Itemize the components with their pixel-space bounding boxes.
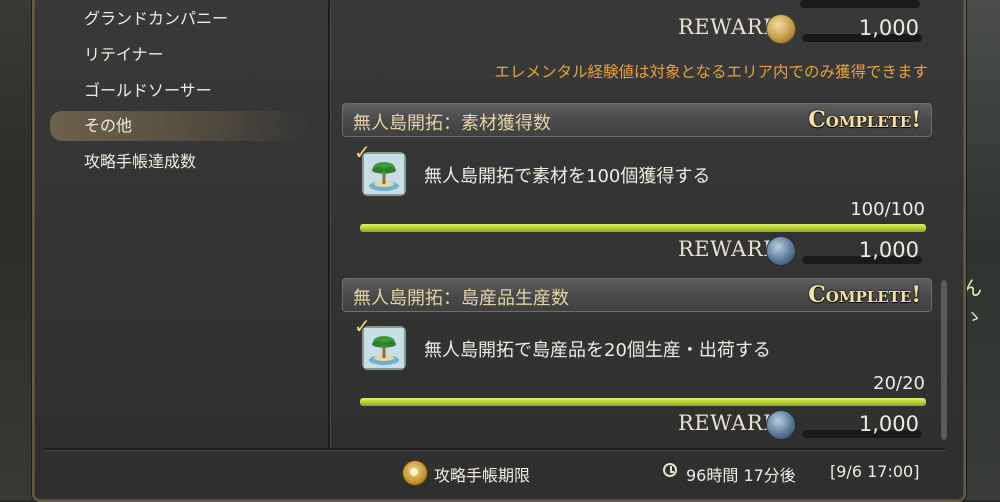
reward-value: 1,000 xyxy=(858,238,919,262)
progress-text: 20/20 xyxy=(873,373,925,394)
sidebar-item-completion-count[interactable]: 攻略手帳達成数 xyxy=(50,147,310,177)
progress-text: 100/100 xyxy=(850,199,925,220)
progress-bar xyxy=(360,224,926,232)
progress-bar-partial xyxy=(800,0,920,8)
progress-bar-fill xyxy=(360,224,926,232)
sidebar-item-other[interactable]: その他 xyxy=(50,111,310,141)
challenge-header[interactable]: 無人島開拓：素材獲得数 Complete! xyxy=(342,103,932,137)
footer-divider xyxy=(45,448,945,450)
reward-row: Reward 1,000 xyxy=(340,232,935,268)
island-icon xyxy=(362,326,406,370)
sidebar-divider xyxy=(328,0,330,448)
sidebar-item-label: リテイナー xyxy=(84,45,164,64)
seafarer-cowrie-icon xyxy=(766,410,796,440)
challenge-log-icon xyxy=(402,460,428,486)
background-chat-text: ゝ xyxy=(966,307,983,326)
sidebar-item-label: 攻略手帳達成数 xyxy=(84,152,197,171)
sidebar-item-grand-company[interactable]: グランドカンパニー xyxy=(50,4,310,34)
scrollbar[interactable] xyxy=(941,280,947,440)
footer: 攻略手帳期限 96時間 17分後 [9/6 17:00] xyxy=(0,452,1000,496)
challenge-header[interactable]: 無人島開拓：島産品生産数 Complete! xyxy=(342,278,932,312)
reward-value: 1,000 xyxy=(858,412,919,436)
island-icon xyxy=(362,152,406,196)
progress-bar xyxy=(360,398,926,406)
challenge-title: 無人島開拓：素材獲得数 xyxy=(353,113,551,134)
game-world-right xyxy=(960,0,1000,500)
elemental-exp-notice: エレメンタル経験値は対象となるエリア内でのみ獲得できます xyxy=(494,63,928,81)
challenge-description: 無人島開拓で素材を100個獲得する xyxy=(424,166,711,187)
challenge-description: 無人島開拓で島産品を20個生産・出荷する xyxy=(424,340,771,361)
progress-bar-fill xyxy=(360,398,926,406)
deadline-date: [9/6 17:00] xyxy=(830,462,920,481)
challenge-list: Reward 1,000 エレメンタル経験値は対象となるエリア内でのみ獲得できま… xyxy=(340,0,935,448)
sidebar-item-retainer[interactable]: リテイナー xyxy=(50,40,310,70)
complete-badge: Complete! xyxy=(808,107,921,133)
reward-value: 1,000 xyxy=(858,16,919,40)
clock-icon xyxy=(663,463,677,477)
sidebar-item-label: グランドカンパニー xyxy=(84,9,229,28)
sidebar-item-gold-saucer[interactable]: ゴールドソーサー xyxy=(50,76,310,106)
complete-badge: Complete! xyxy=(808,282,921,308)
category-sidebar: グランドカンパニー リテイナー ゴールドソーサー その他 攻略手帳達成数 xyxy=(50,0,328,448)
time-remaining: 96時間 17分後 xyxy=(686,466,796,485)
reward-row: Reward 1,000 xyxy=(340,406,935,442)
challenge-title: 無人島開拓：島産品生産数 xyxy=(353,288,569,309)
deadline-label: 攻略手帳期限 xyxy=(434,466,531,485)
gil-coin-icon xyxy=(766,14,796,44)
seafarer-cowrie-icon xyxy=(766,236,796,266)
sidebar-item-label: その他 xyxy=(84,116,133,135)
sidebar-item-label: ゴールドソーサー xyxy=(84,81,212,100)
reward-row: Reward 1,000 xyxy=(340,10,935,46)
